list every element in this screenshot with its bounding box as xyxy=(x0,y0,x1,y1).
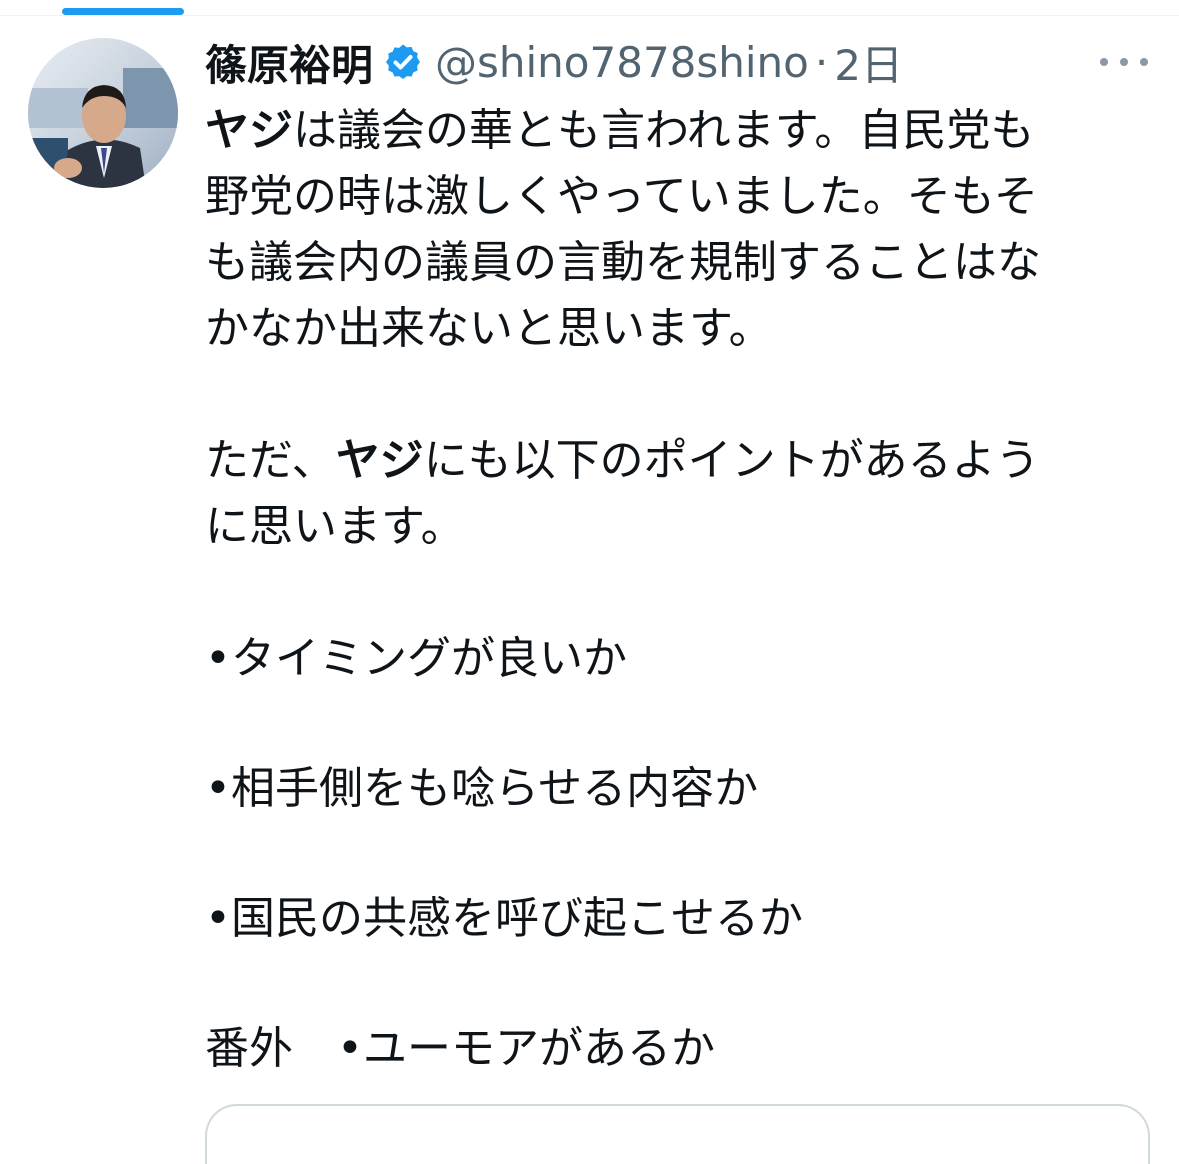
avatar-photo xyxy=(28,38,178,188)
tweet-paragraph-1: ヤジは議会の華とも言われます。自民党も xyxy=(205,98,1125,164)
bullet-item: •タイミングが良いか xyxy=(205,633,627,684)
quoted-card-preview[interactable] xyxy=(205,1104,1150,1164)
text-line: に思います。 xyxy=(205,501,465,552)
author-handle[interactable]: @shino7878shino xyxy=(435,38,809,87)
text-line: 野党の時は激しくやっていました。そもそ xyxy=(205,171,1038,222)
text-line: かなか出来ないと思います。 xyxy=(205,303,773,354)
text-fragment: ただ、 xyxy=(205,435,336,486)
tweet-timestamp[interactable]: 2日 xyxy=(834,32,903,93)
tweet-header: 篠原裕明 @shino7878shino · 2日 xyxy=(205,34,903,90)
hashtag-highlight: ヤジ xyxy=(205,105,293,156)
avatar[interactable] xyxy=(28,38,178,188)
text-line: も議会内の議員の言動を規制することはな xyxy=(205,237,1041,288)
text-line: は議会の華とも言われます。自民党も xyxy=(293,105,1035,156)
header-separator: · xyxy=(814,37,829,87)
bullet-item: •国民の共感を呼び起こせるか xyxy=(205,893,803,944)
tweet-paragraph-2: ただ、ヤジにも以下のポイントがあるよう xyxy=(205,428,1125,494)
bullet-item-extra: 番外 •ユーモアがあるか xyxy=(205,1023,715,1074)
author-display-name[interactable]: 篠原裕明 xyxy=(205,32,373,93)
top-divider xyxy=(0,15,1179,16)
tweet-text: ヤジは議会の華とも言われます。自民党も 野党の時は激しくやっていました。そもそ … xyxy=(205,98,1125,1082)
more-horizontal-icon[interactable] xyxy=(1100,48,1148,76)
text-fragment: にも以下のポイントがあるよう xyxy=(423,435,1040,486)
active-tab-indicator xyxy=(62,8,184,15)
hashtag-highlight: ヤジ xyxy=(335,435,424,486)
bullet-item: •相手側をも唸らせる内容か xyxy=(205,763,759,814)
verified-badge-icon xyxy=(383,42,423,82)
